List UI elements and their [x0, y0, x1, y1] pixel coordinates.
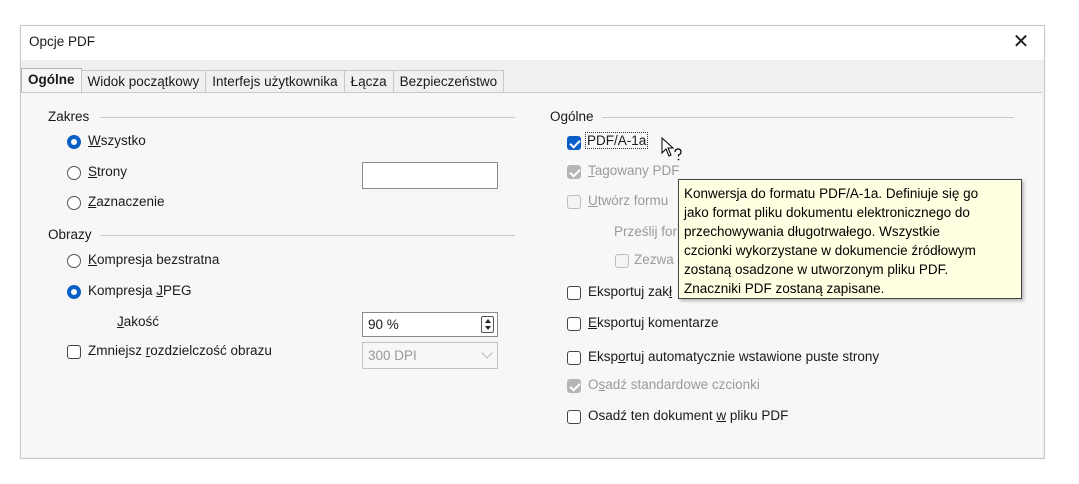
radio-selection-label[interactable]: Zaznaczenie — [88, 194, 165, 209]
title-bar: Opcje PDF ✕ — [21, 26, 1044, 60]
radio-jpeg-label[interactable]: Kompresja JPEG — [88, 283, 192, 298]
radio-all[interactable] — [67, 135, 81, 149]
export-blank-pages-checkbox[interactable] — [567, 351, 581, 365]
chevron-down-icon — [481, 347, 493, 359]
allow-duplicate-checkbox[interactable] — [615, 254, 629, 268]
tooltip-line: zostaną osadzone w utworzonym pliku PDF. — [684, 262, 949, 277]
embed-fonts-checkbox[interactable] — [567, 379, 581, 393]
tab-initial-view[interactable]: Widok początkowy — [80, 70, 207, 93]
spin-updown-icon[interactable] — [481, 316, 494, 333]
close-icon[interactable]: ✕ — [1008, 29, 1034, 55]
create-form-label[interactable]: Utwórz formu — [588, 193, 668, 208]
tagged-pdf-label[interactable]: Tagowany PDF — [588, 163, 680, 178]
radio-lossless-label[interactable]: Kompresja bezstratna — [88, 252, 219, 267]
embed-document-label[interactable]: Osadź ten dokument w pliku PDF — [588, 408, 788, 423]
tab-security[interactable]: Bezpieczeństwo — [392, 70, 505, 93]
tooltip-line: Znaczniki PDF zostaną zapisane. — [684, 281, 885, 296]
range-divider — [100, 117, 515, 118]
create-form-checkbox[interactable] — [567, 195, 581, 209]
help-cursor-icon — [661, 137, 682, 161]
tab-user-interface[interactable]: Interfejs użytkownika — [205, 70, 345, 93]
dialog-title: Opcje PDF — [29, 34, 96, 49]
radio-all-label[interactable]: Wszystko — [88, 133, 146, 148]
export-bookmarks-label[interactable]: Eksportuj zakł — [588, 284, 672, 299]
pages-input[interactable] — [362, 162, 498, 189]
allow-duplicate-label[interactable]: Zezwa — [634, 252, 674, 267]
reduce-resolution-label[interactable]: Zmniejsz rozdzielczość obrazu — [88, 343, 272, 358]
reduce-resolution-checkbox[interactable] — [67, 345, 81, 359]
tooltip-line: czcionki wykorzystane w dokumencie źródł… — [684, 243, 976, 258]
images-divider — [100, 235, 515, 236]
radio-lossless[interactable] — [67, 254, 81, 268]
radio-pages[interactable] — [67, 166, 81, 180]
radio-pages-label[interactable]: Strony — [88, 164, 127, 179]
export-blank-pages-label[interactable]: Eksportuj automatycznie wstawione puste … — [588, 349, 879, 364]
quality-spinbox[interactable]: 90 % — [362, 312, 498, 337]
quality-label: Jakość — [117, 314, 160, 329]
images-heading: Obrazy — [48, 227, 92, 242]
pdfa-label[interactable]: PDF/A-1a — [584, 132, 649, 149]
resolution-select[interactable]: 300 DPI — [362, 342, 498, 369]
range-heading: Zakres — [48, 109, 90, 124]
embed-document-checkbox[interactable] — [567, 410, 581, 424]
tagged-pdf-checkbox[interactable] — [567, 165, 581, 179]
export-bookmarks-checkbox[interactable] — [567, 286, 581, 300]
radio-selection[interactable] — [67, 196, 81, 210]
radio-jpeg[interactable] — [67, 285, 81, 299]
tooltip-line: przechowywania długotrwałego. Wszystkie — [684, 224, 940, 239]
resolution-value: 300 DPI — [368, 348, 417, 363]
general-heading: Ogólne — [550, 109, 594, 124]
pdfa-checkbox[interactable] — [567, 136, 581, 150]
tab-bar: Ogólne Widok początkowy Interfejs użytko… — [21, 68, 505, 93]
tab-general[interactable]: Ogólne — [21, 68, 82, 93]
submit-format-label: Prześlij for — [614, 224, 678, 239]
pdfa-tooltip: Konwersja do formatu PDF/A-1a. Definiuje… — [678, 179, 1022, 299]
tab-links[interactable]: Łącza — [343, 70, 394, 93]
quality-value[interactable]: 90 % — [368, 317, 399, 332]
general-divider — [602, 117, 1014, 118]
tooltip-line: jako format pliku dokumentu elektroniczn… — [684, 205, 970, 220]
export-comments-checkbox[interactable] — [567, 317, 581, 331]
embed-fonts-label[interactable]: Osadź standardowe czcionki — [588, 377, 760, 392]
tooltip-line: Konwersja do formatu PDF/A-1a. Definiuje… — [684, 186, 979, 201]
export-comments-label[interactable]: Eksportuj komentarze — [588, 315, 719, 330]
